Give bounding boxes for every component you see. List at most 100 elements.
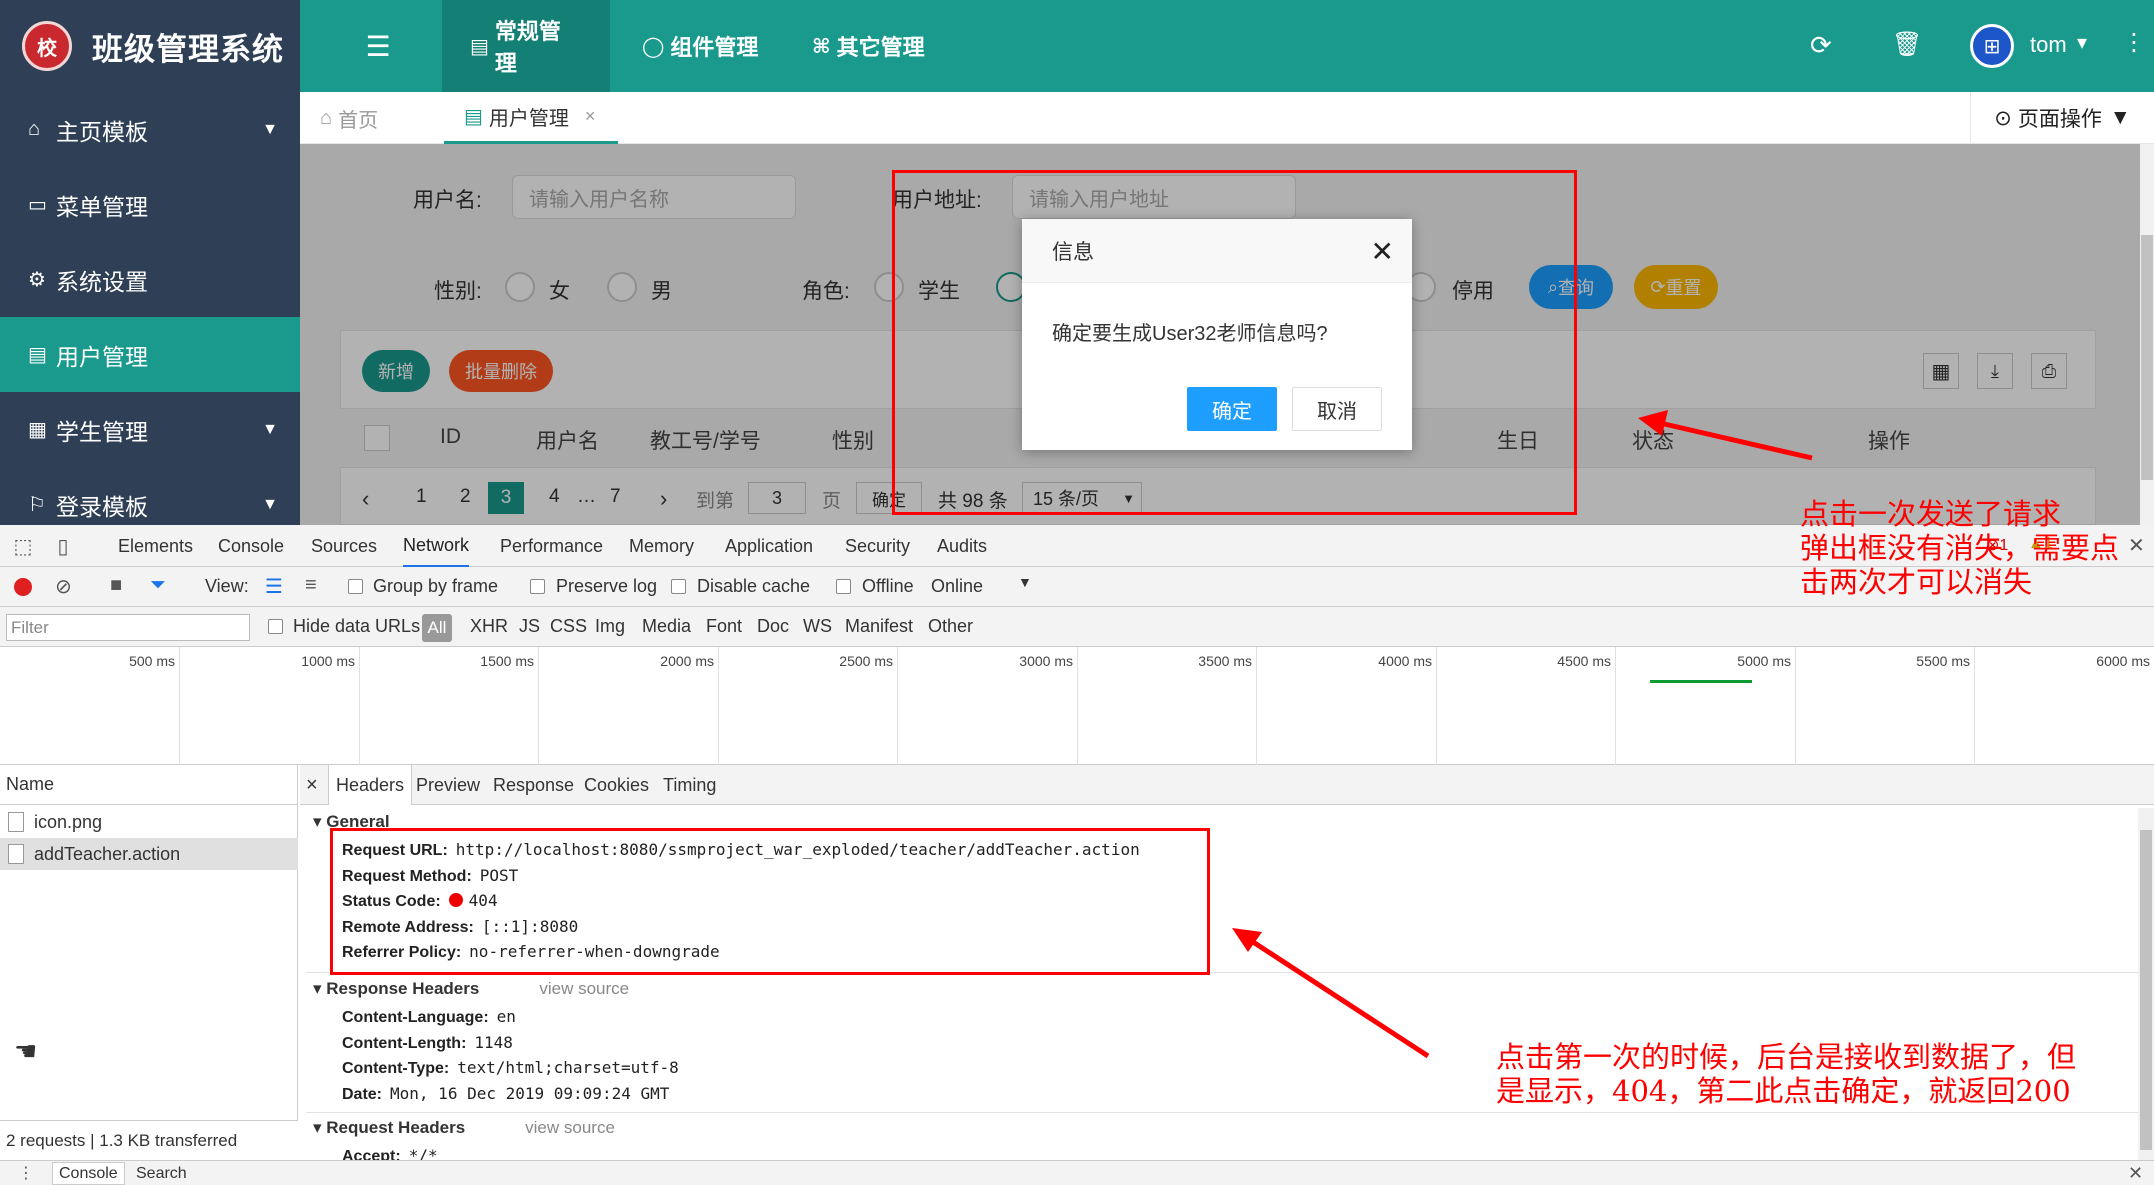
close-icon[interactable]: ✕ (2128, 1163, 2143, 1184)
timeline-gridline (1615, 647, 1616, 765)
request-name: addTeacher.action (34, 843, 181, 864)
devtools-tab-console[interactable]: Console (218, 525, 284, 567)
annotation-line: 击两次才可以消失 (1800, 565, 2033, 599)
annotation-line: 点击一次发送了请求 (1800, 497, 2062, 531)
header-value: en (496, 1007, 516, 1026)
chevron-down-icon[interactable]: ▾ (2077, 30, 2087, 55)
filter-font[interactable]: Font (706, 616, 742, 637)
view-source-link[interactable]: view source (525, 1118, 615, 1137)
response-headers-section-header[interactable]: ▾ Response Headers view source (313, 979, 629, 999)
detail-tab-timing[interactable]: Timing (663, 765, 716, 805)
logo-area: 校 班级管理系统 (0, 0, 300, 92)
devtools-tab-performance[interactable]: Performance (500, 525, 603, 567)
filter-doc[interactable]: Doc (757, 616, 789, 637)
timeline-tick-label: 5500 ms (1916, 653, 1970, 669)
filter-js[interactable]: JS (519, 616, 540, 637)
annotation-box-general (330, 828, 1210, 975)
filter-ws[interactable]: WS (803, 616, 832, 637)
disable-cache-checkbox[interactable] (671, 579, 686, 594)
annotation-line: 弹出框没有消失，需要点 (1800, 531, 2120, 565)
filter-all[interactable]: All (422, 614, 452, 642)
menu-toggle-icon[interactable]: ☰ (360, 28, 396, 64)
devtools-tab-sources[interactable]: Sources (311, 525, 377, 567)
gears-icon: ⚙ (28, 269, 46, 291)
detail-tab-preview[interactable]: Preview (416, 765, 480, 805)
sidebar-item-label: 主页模板 (56, 118, 148, 145)
filter-img[interactable]: Img (595, 616, 625, 637)
device-toggle-icon[interactable]: ▯ (50, 533, 76, 559)
filter-input[interactable]: Filter (6, 614, 250, 641)
more-vertical-icon[interactable]: ⋮ (18, 1163, 34, 1183)
request-headers-section-header[interactable]: ▾ Request Headers view source (313, 1118, 615, 1138)
devtools-tab-application[interactable]: Application (725, 525, 813, 567)
sidebar-item-home-template[interactable]: ⌂ 主页模板 ▼ (0, 92, 300, 167)
topnav-other[interactable]: ⌘ 其它管理 (784, 0, 953, 92)
detail-tab-response[interactable]: Response (493, 765, 574, 805)
list-view-icon[interactable]: ☰ (265, 574, 283, 599)
devtools-tab-security[interactable]: Security (845, 525, 910, 567)
flag-icon: ⚐ (28, 494, 46, 516)
group-by-frame-checkbox[interactable] (348, 579, 363, 594)
sidebar-item-settings[interactable]: ⚙ 系统设置 (0, 242, 300, 317)
divider (306, 1112, 2140, 1113)
filter-icon[interactable]: ⏷ (150, 574, 166, 597)
request-row-addteacher[interactable]: addTeacher.action (0, 838, 298, 870)
page-operations[interactable]: ⊙ 页面操作 ▼ (1970, 92, 2154, 144)
offline-checkbox[interactable] (836, 579, 851, 594)
request-row-icon-png[interactable]: icon.png (0, 806, 298, 838)
topnav-routine[interactable]: ▤ 常规管理 (442, 0, 610, 92)
user-name[interactable]: tom (2030, 32, 2067, 58)
name-column-header[interactable]: Name (0, 765, 298, 805)
drawer-tab-console[interactable]: Console (52, 1162, 125, 1185)
close-icon[interactable]: × (306, 765, 318, 805)
tab-home[interactable]: ⌂ 首页 (300, 92, 398, 144)
drawer-tabbar (0, 1160, 2154, 1185)
avatar[interactable]: ⊞ (1970, 24, 2014, 68)
sidebar-item-users[interactable]: ▤ 用户管理 (0, 317, 300, 392)
caret-down-icon[interactable]: ▼ (1018, 574, 1032, 590)
trash-icon[interactable]: 🗑 (1892, 30, 1922, 59)
preserve-log-checkbox[interactable] (530, 579, 545, 594)
filter-css[interactable]: CSS (550, 616, 587, 637)
devtools-tab-network[interactable]: Network (403, 525, 470, 567)
annotation-arrow-bottom (1248, 937, 1430, 1059)
timeline-tick-label: 6000 ms (2096, 653, 2150, 669)
tab-users[interactable]: ▤ 用户管理 × (444, 92, 618, 144)
view-source-link[interactable]: view source (539, 979, 629, 998)
throttling-select[interactable]: Online (931, 576, 983, 597)
record-icon[interactable] (14, 578, 32, 596)
filter-media[interactable]: Media (642, 616, 691, 637)
more-vertical-icon[interactable]: ⋮ (2122, 28, 2146, 57)
waterfall-icon[interactable]: ≡ (305, 574, 317, 597)
devtools-tab-audits[interactable]: Audits (937, 525, 987, 567)
filter-xhr[interactable]: XHR (470, 616, 508, 637)
response-header-row: Content-Language: en (342, 1007, 516, 1027)
clear-icon[interactable]: ⊘ (55, 574, 72, 599)
topnav-other-label: 其它管理 (836, 35, 925, 60)
page-scrollbar-thumb[interactable] (2141, 235, 2153, 480)
sidebar-item-menu[interactable]: ▭ 菜单管理 (0, 167, 300, 242)
response-header-row: Date: Mon, 16 Dec 2019 09:09:24 GMT (342, 1084, 669, 1104)
request-summary: 2 requests | 1.3 KB transferred (0, 1120, 298, 1160)
hide-data-urls-checkbox[interactable] (268, 619, 283, 634)
timeline-tick-label: 3500 ms (1198, 653, 1252, 669)
topnav-routine-label: 常规管理 (494, 19, 561, 76)
file-icon: ▤ (464, 106, 483, 128)
sidebar-item-students[interactable]: ▦ 学生管理 ▼ (0, 392, 300, 467)
sidebar-item-label: 菜单管理 (56, 193, 148, 220)
drawer-tab-search[interactable]: Search (136, 1165, 187, 1185)
detail-tab-cookies[interactable]: Cookies (584, 765, 649, 805)
filter-manifest[interactable]: Manifest (845, 616, 913, 637)
detail-scrollbar-thumb[interactable] (2140, 830, 2152, 1150)
close-icon[interactable]: × (585, 106, 596, 127)
inspect-icon[interactable]: ⬚ (10, 533, 36, 559)
filter-other[interactable]: Other (928, 616, 973, 637)
camera-icon[interactable]: ■ (110, 574, 122, 597)
devtools-tab-elements[interactable]: Elements (118, 525, 193, 567)
detail-tab-headers[interactable]: Headers (328, 765, 413, 805)
devtools-tab-memory[interactable]: Memory (629, 525, 694, 567)
refresh-icon[interactable]: ⟳ (1810, 30, 1832, 61)
hide-data-urls-label: Hide data URLs (293, 616, 421, 636)
timeline-tick-label: 4000 ms (1378, 653, 1432, 669)
topnav-components[interactable]: ◯ 组件管理 (614, 0, 786, 92)
